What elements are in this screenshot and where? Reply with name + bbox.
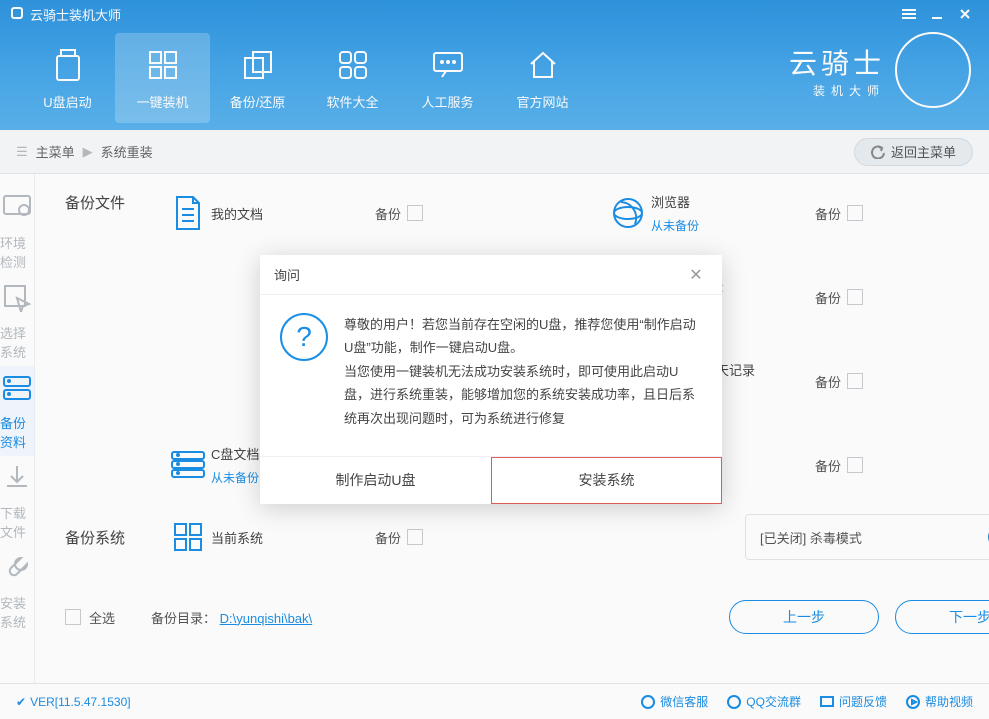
dialog-close-button[interactable]: ✕ (684, 263, 708, 287)
dialog-title: 询问 (274, 265, 300, 284)
confirm-dialog: 询问 ✕ ? 尊敬的用户！若您当前存在空闲的U盘，推荐您使用“制作启动U盘”功能… (260, 255, 722, 504)
dialog-make-usb-button[interactable]: 制作启动U盘 (260, 457, 491, 504)
dialog-install-button[interactable]: 安装系统 (491, 457, 722, 504)
dialog-message: 尊敬的用户！若您当前存在空闲的U盘，推荐您使用“制作启动U盘”功能，制作一键启动… (344, 313, 702, 430)
question-icon: ? (280, 313, 328, 361)
